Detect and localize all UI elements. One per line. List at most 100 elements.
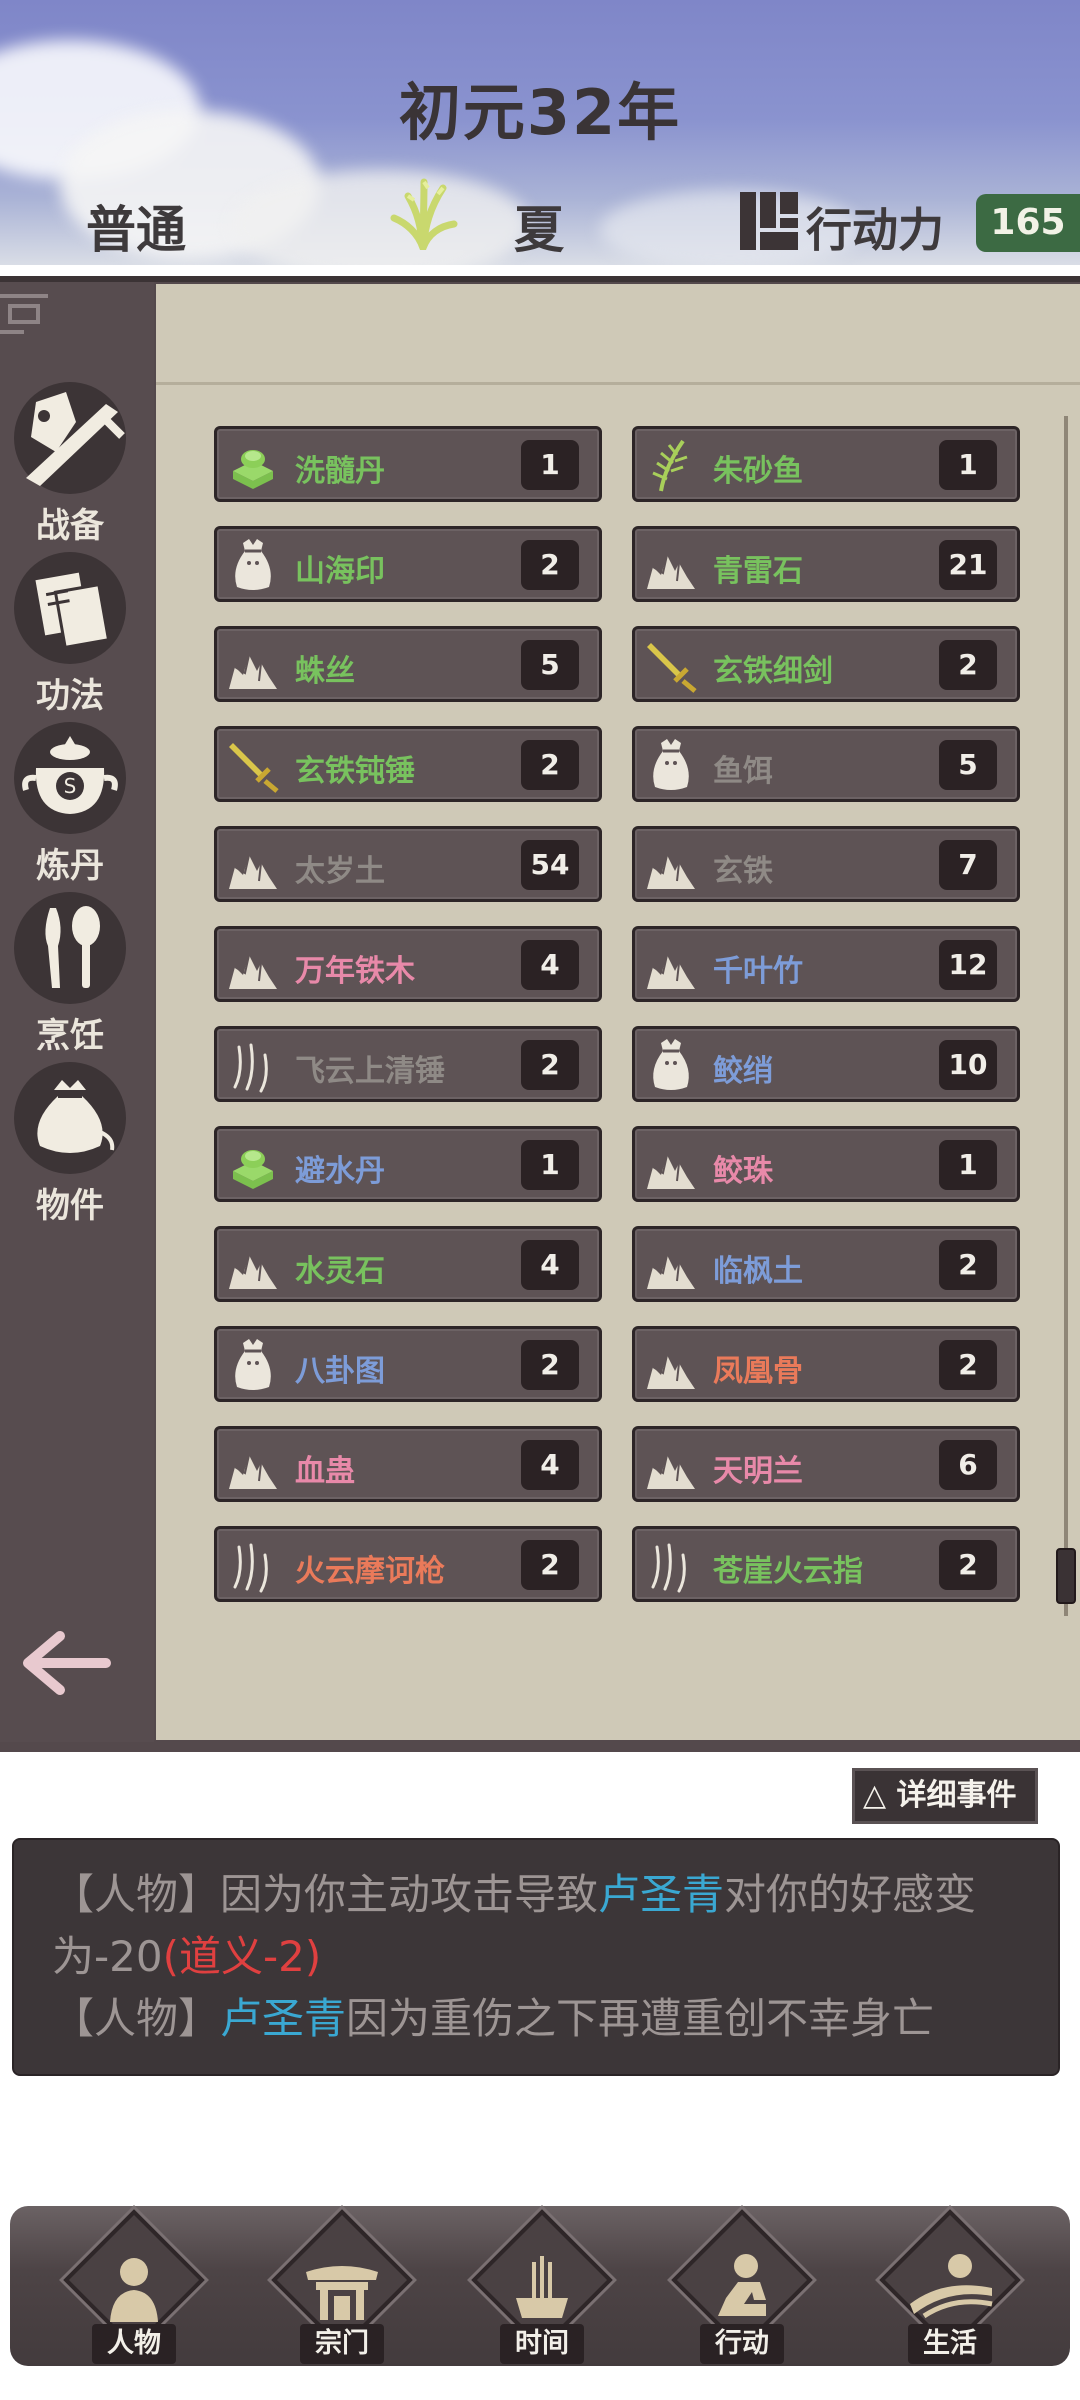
nav-person[interactable]: 人物 — [58, 2209, 208, 2366]
ore-icon — [643, 1337, 699, 1393]
inventory-item[interactable]: 青雷石 21 — [632, 526, 1020, 602]
item-count-badge: 4 — [521, 940, 579, 990]
inventory-item[interactable]: 玄铁细剑 2 — [632, 626, 1020, 702]
nav-time[interactable]: 时间 — [466, 2209, 616, 2366]
item-count-badge: 1 — [521, 440, 579, 490]
scroll-book-icon — [14, 552, 126, 664]
item-name: 临枫土 — [713, 1254, 803, 1289]
top-status-bar: 初元32年 普通 夏 行动力 165 — [0, 0, 1080, 265]
inventory-item[interactable]: 临枫土 2 — [632, 1226, 1020, 1302]
ore-icon — [643, 1437, 699, 1493]
action-power-icon — [740, 192, 798, 250]
log-person-name: 卢圣青 — [220, 1994, 347, 2043]
sidebar-item-cooking[interactable]: 烹饪 — [10, 892, 130, 1057]
log-text: 因为你主动攻击导致 — [220, 1870, 599, 1919]
item-count-badge: 12 — [939, 940, 997, 990]
inventory-item[interactable]: 火云摩诃枪 2 — [214, 1526, 602, 1602]
ore-icon — [643, 537, 699, 593]
inventory-item[interactable]: 水灵石 4 — [214, 1226, 602, 1302]
item-count-badge: 7 — [939, 840, 997, 890]
pouch-icon — [225, 1337, 281, 1393]
item-count-badge: 4 — [521, 1240, 579, 1290]
sidebar-item-label: 物件 — [36, 1186, 104, 1226]
inventory-item[interactable]: 千叶竹 12 — [632, 926, 1020, 1002]
inventory-panel: 洗髓丹 1 朱砂鱼 1 山海印 2 青雷石 21 蛛丝 5 玄铁细剑 2 玄铁钝锤 2 鱼饵 5 太岁土 54 玄铁… — [156, 284, 1080, 1740]
pouch-icon — [225, 537, 281, 593]
nav-life[interactable]: 生活 — [874, 2209, 1024, 2366]
claw-mark-icon — [225, 1037, 281, 1093]
category-sidebar: 战备 功法 S 炼丹 烹饪 物件 — [0, 282, 154, 1742]
inventory-item[interactable]: 苍崖火云指 2 — [632, 1526, 1020, 1602]
pouch-icon — [14, 1062, 126, 1174]
inventory-item[interactable]: 鱼饵 5 — [632, 726, 1020, 802]
item-name: 鲛绡 — [713, 1054, 773, 1089]
sidebar-item-techniques[interactable]: 功法 — [10, 552, 130, 717]
sidebar-item-items[interactable]: 物件 — [10, 1062, 130, 1227]
item-name: 万年铁木 — [295, 954, 415, 989]
item-name: 朱砂鱼 — [713, 454, 803, 489]
item-name: 避水丹 — [295, 1154, 385, 1189]
ore-icon — [225, 1237, 281, 1293]
inventory-item[interactable]: 玄铁钝锤 2 — [214, 726, 602, 802]
nav-label: 人物 — [92, 2324, 176, 2364]
item-name: 血蛊 — [295, 1454, 355, 1489]
divider — [156, 382, 1080, 385]
item-name: 八卦图 — [295, 1354, 385, 1389]
item-name: 鱼饵 — [713, 754, 773, 789]
ore-icon — [225, 937, 281, 993]
item-name: 蛛丝 — [295, 654, 355, 689]
sidebar-item-alchemy[interactable]: S 炼丹 — [10, 722, 130, 887]
item-name: 太岁土 — [295, 854, 385, 889]
inventory-item[interactable]: 避水丹 1 — [214, 1126, 602, 1202]
ore-icon — [225, 837, 281, 893]
pouch-icon — [643, 1037, 699, 1093]
back-arrow-icon[interactable] — [22, 1628, 112, 1698]
gate-icon — [306, 2266, 378, 2320]
nav-action[interactable]: 行动 — [666, 2209, 816, 2366]
item-name: 山海印 — [295, 554, 385, 589]
inventory-item[interactable]: 凤凰骨 2 — [632, 1326, 1020, 1402]
log-morality-change: (道义-2) — [162, 1932, 322, 1981]
pill-icon — [225, 437, 281, 493]
log-person-name: 卢圣青 — [598, 1870, 725, 1919]
inventory-item[interactable]: 天明兰 6 — [632, 1426, 1020, 1502]
inventory-item[interactable]: 八卦图 2 — [214, 1326, 602, 1402]
item-count-badge: 5 — [939, 740, 997, 790]
detail-events-button[interactable]: △ 详细事件 — [852, 1768, 1038, 1824]
scrollbar-thumb[interactable] — [1056, 1548, 1076, 1604]
item-name: 飞云上清锤 — [295, 1054, 445, 1089]
sidebar-item-label: 战备 — [36, 506, 104, 546]
pouch-icon — [643, 737, 699, 793]
claw-mark-icon — [643, 1537, 699, 1593]
item-count-badge: 2 — [939, 1340, 997, 1390]
inventory-item[interactable]: 万年铁木 4 — [214, 926, 602, 1002]
item-count-badge: 2 — [521, 1340, 579, 1390]
sidebar-item-equipment[interactable]: 战备 — [10, 382, 130, 547]
inventory-item[interactable]: 鲛绡 10 — [632, 1026, 1020, 1102]
inventory-item[interactable]: 太岁土 54 — [214, 826, 602, 902]
ore-icon — [643, 937, 699, 993]
inventory-item[interactable]: 山海印 2 — [214, 526, 602, 602]
sword-icon — [225, 737, 281, 793]
nav-sect[interactable]: 宗门 — [266, 2209, 416, 2366]
ore-icon — [643, 1137, 699, 1193]
item-count-badge: 2 — [521, 1540, 579, 1590]
item-name: 火云摩诃枪 — [295, 1554, 445, 1589]
item-name: 玄铁 — [713, 854, 773, 889]
sidebar-item-label: 烹饪 — [36, 1016, 104, 1056]
log-text: 对你的好感变 — [724, 1870, 977, 1919]
item-count-badge: 2 — [939, 640, 997, 690]
inventory-item[interactable]: 玄铁 7 — [632, 826, 1020, 902]
inventory-item[interactable]: 飞云上清锤 2 — [214, 1026, 602, 1102]
inventory-item[interactable]: 蛛丝 5 — [214, 626, 602, 702]
scrollbar-track[interactable] — [1064, 416, 1068, 1616]
svg-text:S: S — [64, 774, 77, 798]
inventory-item[interactable]: 洗髓丹 1 — [214, 426, 602, 502]
nav-label: 时间 — [500, 2324, 584, 2364]
inventory-item[interactable]: 鲛珠 1 — [632, 1126, 1020, 1202]
log-text: 因为重伤之下再遭重创不幸身亡 — [346, 1994, 935, 2043]
inventory-item[interactable]: 朱砂鱼 1 — [632, 426, 1020, 502]
ore-icon — [643, 1237, 699, 1293]
inventory-item[interactable]: 血蛊 4 — [214, 1426, 602, 1502]
log-line: 为-20(道义-2) — [52, 1926, 1020, 1988]
